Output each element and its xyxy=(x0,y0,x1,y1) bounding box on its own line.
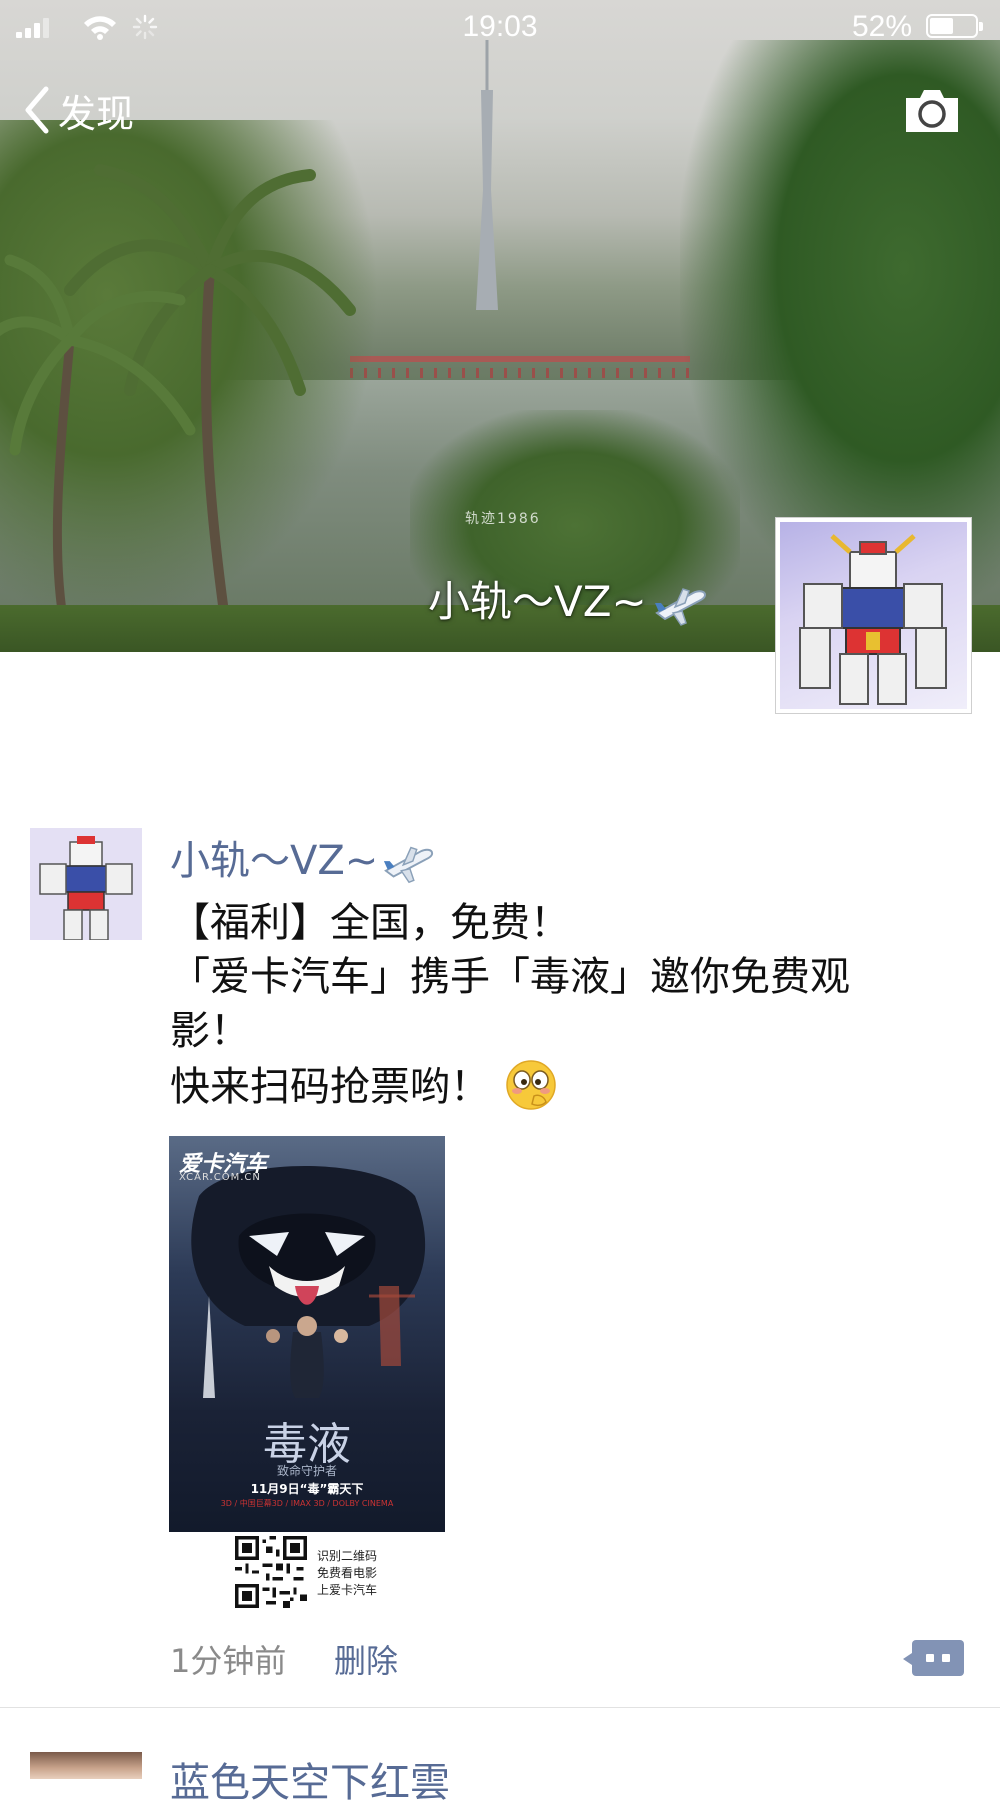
delete-button[interactable]: 删除 xyxy=(334,1636,398,1682)
post-image-qr-code[interactable]: 识别二维码 免费看电影 上爱卡汽车 xyxy=(169,1532,445,1616)
more-dot-icon xyxy=(926,1654,934,1662)
qr-code-icon xyxy=(235,1536,307,1608)
next-post-author-avatar[interactable] xyxy=(30,1752,142,1779)
battery-level-fill xyxy=(930,18,953,34)
status-bar: 19:03 52% xyxy=(0,0,1000,54)
qr-caption: 识别二维码 免费看电影 上爱卡汽车 xyxy=(317,1548,377,1599)
post-timestamp: 1分钟前 xyxy=(170,1642,287,1680)
qr-caption-line: 免费看电影 xyxy=(317,1566,378,1580)
flushed-thinking-emoji-icon xyxy=(506,1060,556,1110)
post-image-venom-poster[interactable]: 爱卡汽车 XCAR.COM.CN 毒液 致命守护者 11月9日“毒”霸天下 3D… xyxy=(169,1136,445,1532)
qr-caption-line: 识别二维码 xyxy=(317,1549,378,1563)
cover-user-name-text: 小轨～VZ~ xyxy=(428,577,647,626)
post-author-avatar[interactable] xyxy=(30,828,142,940)
back-button[interactable]: 发现 xyxy=(22,82,134,138)
comment-like-button[interactable] xyxy=(903,1640,964,1676)
post-text-line: 「爱卡汽车」携手「毒液」邀你免费观 xyxy=(170,954,850,1000)
post-text-line: 影！ xyxy=(170,1008,250,1054)
post-text: 【福利】全国，免费！ 「爱卡汽车」携手「毒液」邀你免费观 影！ 快来扫码抢票哟！ xyxy=(170,896,930,1114)
back-label: 发现 xyxy=(58,91,135,136)
next-post-author-name[interactable]: 蓝色天空下红雲 xyxy=(170,1750,450,1808)
post-text-line: 快来扫码抢票哟！ xyxy=(170,1064,490,1110)
poster-formats: 3D / 中国巨幕3D / IMAX 3D / DOLBY CINEMA xyxy=(220,1499,394,1508)
battery-percent: 52% xyxy=(851,10,912,43)
cover-bridge xyxy=(350,356,690,382)
more-dot-icon xyxy=(942,1654,950,1662)
poster-subtitle: 致命守护者 xyxy=(276,1464,337,1478)
post-divider xyxy=(0,1707,1000,1708)
post-text-line: 【福利】全国，免费！ xyxy=(170,900,570,946)
qr-caption-line: 上爱卡汽车 xyxy=(317,1583,378,1597)
post-author-name-text: 小轨～VZ~ xyxy=(170,838,379,884)
airplane-icon xyxy=(654,587,706,626)
cover-watermark: 轨迹1986 xyxy=(465,511,541,527)
cover-user-name: 小轨～VZ~ xyxy=(428,568,709,629)
profile-avatar[interactable] xyxy=(775,517,972,714)
airplane-icon xyxy=(384,846,434,884)
post-author-name[interactable]: 小轨～VZ~ xyxy=(170,828,436,886)
camera-icon[interactable] xyxy=(902,86,962,136)
status-time: 19:03 xyxy=(462,10,538,43)
post-text-line-with-emoji: 快来扫码抢票哟！ xyxy=(170,1058,930,1114)
cover-tower xyxy=(476,40,498,310)
poster-date: 11月9日“毒”霸天下 xyxy=(250,1482,364,1496)
poster-brand-sub: XCAR.COM.CN xyxy=(179,1172,261,1183)
robot-avatar-image xyxy=(780,522,967,709)
battery-icon xyxy=(926,14,983,38)
cover-palm-tree xyxy=(0,254,196,630)
chevron-left-icon xyxy=(25,86,49,134)
